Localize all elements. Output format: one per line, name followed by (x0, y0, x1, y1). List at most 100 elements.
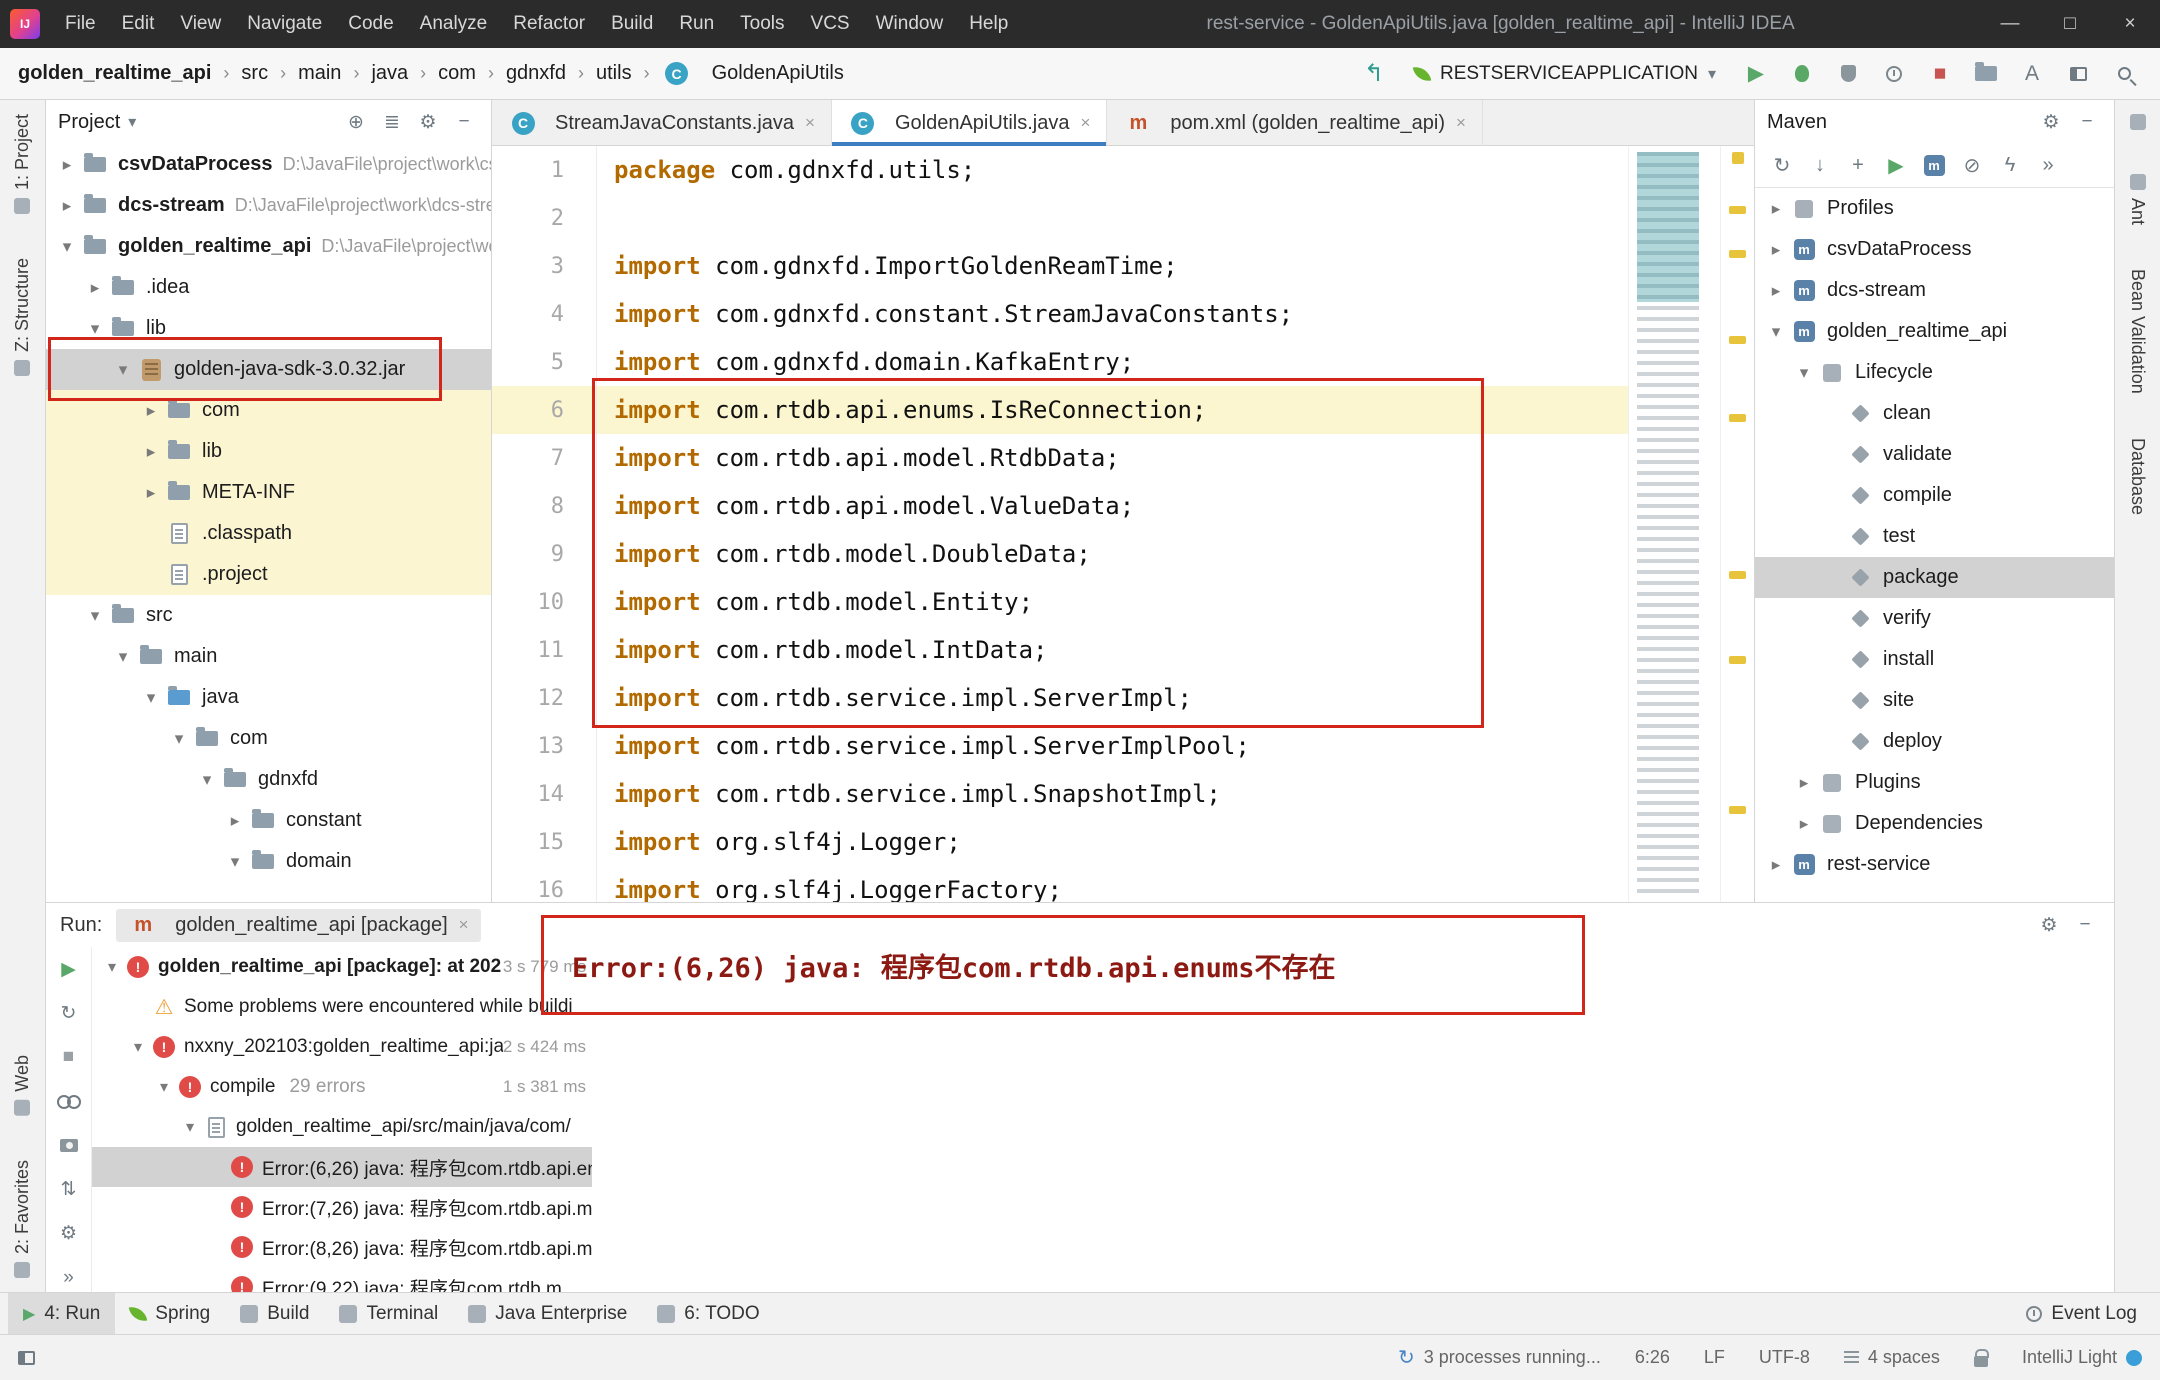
toolwindow-tab-web[interactable]: Web (12, 1055, 33, 1116)
code-line[interactable]: 8import com.rtdb.api.model.ValueData; (492, 482, 1628, 530)
expand-arrow[interactable]: ▾ (1791, 363, 1817, 383)
expand-arrow[interactable]: ▾ (152, 1077, 176, 1097)
menu-help[interactable]: Help (956, 13, 1021, 35)
expand-arrow[interactable]: ▾ (110, 360, 136, 380)
expand-arrow[interactable]: ▾ (166, 729, 192, 749)
toolwindow-tab-ant[interactable]: Ant (2127, 174, 2148, 225)
warning-mark[interactable] (1732, 152, 1744, 164)
breadcrumb-item[interactable]: main (298, 62, 341, 85)
compile-row[interactable]: ▾ compile 29 errors 1 s 381 ms (92, 1067, 592, 1107)
code-line[interactable]: 3import com.gdnxfd.ImportGoldenReamTime; (492, 242, 1628, 290)
settings-gear-icon[interactable]: ⚙ (54, 1220, 84, 1248)
camera-icon[interactable] (54, 1132, 84, 1160)
maven-goal-verify[interactable]: verify (1755, 598, 2114, 639)
rerun-button[interactable]: ▶ (54, 955, 84, 983)
menu-analyze[interactable]: Analyze (407, 13, 501, 35)
tree-item-lib-inner[interactable]: ▸ lib (46, 431, 491, 472)
debug-button[interactable] (1784, 56, 1820, 92)
expand-arrow[interactable]: ▸ (222, 811, 248, 831)
error-row[interactable]: Error:(6,26) java: 程序包com.rtdb.api.en (92, 1147, 592, 1187)
expand-arrow[interactable]: ▸ (1791, 814, 1817, 834)
maven-goal-compile[interactable]: compile (1755, 475, 2114, 516)
menu-vcs[interactable]: VCS (798, 13, 863, 35)
tree-item-lib[interactable]: ▾ lib (46, 308, 491, 349)
warning-mark[interactable] (1729, 656, 1746, 664)
maven-profiles-icon[interactable]: ϟ (1993, 149, 2027, 183)
warning-mark[interactable] (1729, 571, 1746, 579)
toolwindow-tab-java-enterprise[interactable]: Java Enterprise (453, 1293, 642, 1335)
run-maven-build-icon[interactable]: ▶ (1879, 149, 1913, 183)
coverage-button[interactable] (1830, 56, 1866, 92)
filter-icon[interactable] (54, 1087, 84, 1115)
menu-tools[interactable]: Tools (727, 13, 797, 35)
expand-arrow[interactable]: ▸ (1763, 281, 1789, 301)
expand-arrow[interactable]: ▸ (1763, 199, 1789, 219)
build-warning-row[interactable]: Some problems were encountered while bui… (92, 987, 592, 1027)
code-line-current[interactable]: 6import com.rtdb.api.enums.IsReConnectio… (492, 386, 1628, 434)
event-log-button[interactable]: Event Log (2011, 1293, 2152, 1335)
error-row[interactable]: Error:(8,26) java: 程序包com.rtdb.api.m (92, 1227, 592, 1267)
menu-edit[interactable]: Edit (109, 13, 168, 35)
maven-item-golden-realtime-api[interactable]: ▾ golden_realtime_api (1755, 311, 2114, 352)
editor-tab-goldenapiutils[interactable]: GoldenApiUtils.java × (832, 100, 1107, 146)
stop-button[interactable]: ■ (54, 1043, 84, 1071)
tree-item-golden-realtime-api[interactable]: ▾ golden_realtime_api D:\JavaFile\projec… (46, 226, 491, 267)
tree-item-golden-java-sdk-jar[interactable]: ▾ golden-java-sdk-3.0.32.jar (46, 349, 491, 390)
file-encoding[interactable]: UTF-8 (1759, 1347, 1810, 1368)
tree-item-classpath[interactable]: .classpath (46, 513, 491, 554)
tree-item-csvdataprocess[interactable]: ▸ csvDataProcess D:\JavaFile\project\wor… (46, 144, 491, 185)
maven-item-csvdataprocess[interactable]: ▸ csvDataProcess (1755, 229, 2114, 270)
hide-panel-button[interactable]: − (2072, 107, 2102, 137)
expand-collapse-icon[interactable]: ⇅ (54, 1176, 84, 1204)
code-line[interactable]: 13import com.rtdb.service.impl.ServerImp… (492, 722, 1628, 770)
error-row[interactable]: Error:(7,26) java: 程序包com.rtdb.api.m (92, 1187, 592, 1227)
skip-tests-icon[interactable]: ⊘ (1955, 149, 1989, 183)
minimize-button[interactable]: — (1980, 0, 2040, 48)
build-arrow-icon[interactable]: ↰ (1356, 56, 1392, 92)
code-line[interactable]: 1package com.gdnxfd.utils; (492, 146, 1628, 194)
code-line[interactable]: 9import com.rtdb.model.DoubleData; (492, 530, 1628, 578)
tree-item-project-file[interactable]: .project (46, 554, 491, 595)
background-processes[interactable]: ↻ 3 processes running... (1398, 1345, 1601, 1370)
breadcrumb-item[interactable]: GoldenApiUtils (712, 62, 844, 85)
tree-item-constant[interactable]: ▸ constant (46, 800, 491, 841)
code-line[interactable]: 5import com.gdnxfd.domain.KafkaEntry; (492, 338, 1628, 386)
toolwindow-tab-project[interactable]: 1: Project (12, 114, 33, 214)
maven-goal-package[interactable]: package (1755, 557, 2114, 598)
code-line[interactable]: 10import com.rtdb.model.Entity; (492, 578, 1628, 626)
expand-arrow[interactable]: ▸ (1763, 240, 1789, 260)
stop-button[interactable]: ■ (1922, 56, 1958, 92)
maven-goal-clean[interactable]: clean (1755, 393, 2114, 434)
maven-item-dcs-stream[interactable]: ▸ dcs-stream (1755, 270, 2114, 311)
build-task-row[interactable]: ▾ nxxny_202103:golden_realtime_api:ja 2 … (92, 1027, 592, 1067)
menu-run[interactable]: Run (666, 13, 727, 35)
project-panel-title[interactable]: Project (58, 111, 120, 134)
warning-mark[interactable] (1729, 206, 1746, 214)
breadcrumb-item[interactable]: com (438, 62, 476, 85)
toolwindow-tab-favorites[interactable]: 2: Favorites (12, 1160, 33, 1278)
expand-arrow[interactable]: ▾ (82, 319, 108, 339)
lock-icon[interactable] (1974, 1356, 1988, 1367)
toolwindow-tab-spring[interactable]: Spring (115, 1293, 225, 1335)
hide-panel-button[interactable]: − (449, 107, 479, 137)
expand-arrow[interactable]: ▾ (100, 957, 124, 977)
translate-icon[interactable]: A (2014, 56, 2050, 92)
theme-widget[interactable]: IntelliJ Light (2022, 1347, 2142, 1368)
menu-window[interactable]: Window (863, 13, 957, 35)
toolwindow-tab-run[interactable]: ▶ 4: Run (8, 1293, 115, 1335)
expand-arrow[interactable]: ▸ (138, 442, 164, 462)
tree-item-main[interactable]: ▾ main (46, 636, 491, 677)
expand-arrow[interactable]: ▸ (54, 155, 80, 175)
expand-arrow[interactable]: ▾ (222, 852, 248, 872)
hide-panel-button[interactable]: − (2070, 910, 2100, 940)
menu-build[interactable]: Build (598, 13, 666, 35)
toolwindow-tab-database[interactable]: Database (2127, 438, 2148, 515)
expand-arrow[interactable]: ▾ (138, 688, 164, 708)
settings-gear-icon[interactable]: ⚙ (413, 107, 443, 137)
breadcrumb-item[interactable]: golden_realtime_api (18, 62, 211, 85)
tree-item-com-src[interactable]: ▾ com (46, 718, 491, 759)
maven-item-profiles[interactable]: ▸ Profiles (1755, 188, 2114, 229)
tree-item-idea[interactable]: ▸ .idea (46, 267, 491, 308)
caret-position[interactable]: 6:26 (1635, 1347, 1670, 1368)
editor-tab-pom[interactable]: pom.xml (golden_realtime_api) × (1107, 100, 1483, 146)
